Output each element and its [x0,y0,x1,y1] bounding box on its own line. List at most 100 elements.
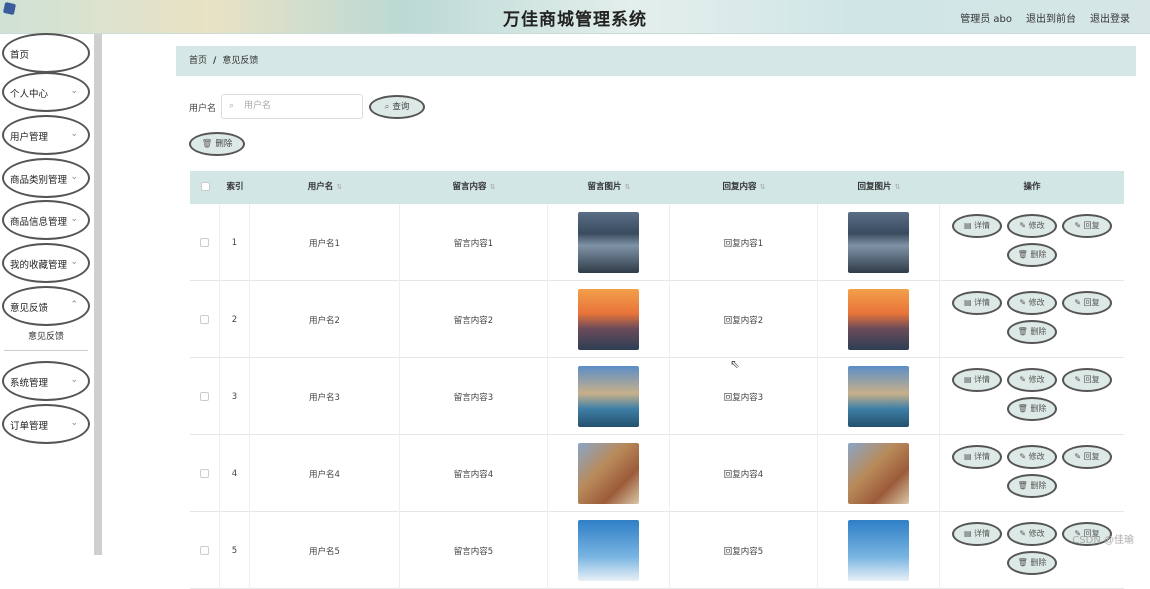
row-checkbox[interactable] [200,546,209,555]
edit-button[interactable]: ✎ 修改 [1007,214,1057,238]
pencil-icon: ✎ [1074,452,1081,461]
sidebar-item-users[interactable]: 用户管理 ⌄ [2,115,90,155]
sidebar-item-home[interactable]: 首页 [2,33,90,73]
message-cell: 留言内容5 [400,512,548,589]
delete-button[interactable]: 🗑 删除 [1007,397,1057,421]
search-input[interactable]: ⌕ 用户名 [221,94,363,119]
chevron-down-icon: ⌄ [70,214,78,224]
message-image[interactable] [578,212,639,273]
reply-button[interactable]: ✎ 回复 [1062,445,1112,469]
delete-button[interactable]: 🗑 删除 [1007,243,1057,267]
edit-button[interactable]: ✎ 修改 [1007,368,1057,392]
message-cell: 留言内容3 [400,358,548,435]
table-row[interactable]: 2 用户名2 留言内容2 回复内容2 ▤ 详情 ✎ 修改 ✎ 回复 🗑 删除 [190,281,1124,358]
sidebar-item-products[interactable]: 商品信息管理 ⌄ [2,200,90,240]
row-checkbox[interactable] [200,238,209,247]
query-button[interactable]: ⌕查询 [369,95,425,119]
reply-image[interactable] [848,520,909,581]
detail-button[interactable]: ▤ 详情 [952,445,1002,469]
sidebar-item-label: 商品信息管理 [10,214,67,228]
search-label: 用户名 [189,101,216,114]
chevron-down-icon: ⌄ [70,418,78,428]
search-icon: ⌕ [385,102,390,112]
edit-button[interactable]: ✎ 修改 [1007,445,1057,469]
username-cell: 用户名5 [250,512,400,589]
select-all-checkbox[interactable] [201,182,210,191]
detail-button[interactable]: ▤ 详情 [952,368,1002,392]
edit-button[interactable]: ✎ 修改 [1007,291,1057,315]
edit-button[interactable]: ✎ 修改 [1007,522,1057,546]
reply-cell: 回复内容5 [670,512,818,589]
row-checkbox[interactable] [200,469,209,478]
table-row[interactable]: 5 用户名5 留言内容5 回复内容5 ▤ 详情 ✎ 修改 ✎ 回复 🗑 删除 [190,512,1124,589]
column-header-username[interactable]: 用户名⇅ [250,171,400,204]
reply-image-cell [818,512,940,589]
breadcrumb-home[interactable]: 首页 [189,56,207,66]
detail-button[interactable]: ▤ 详情 [952,291,1002,315]
sort-icon[interactable]: ⇅ [490,183,496,191]
sidebar: 首页 个人中心 ⌄ 用户管理 ⌄ 商品类别管理 ⌄ 商品信息管理 ⌄ 我的收藏管… [0,34,102,555]
top-header: 万佳商城管理系统 管理员 abo 退出到前台 退出登录 [0,0,1150,34]
sidebar-item-category[interactable]: 商品类别管理 ⌄ [2,158,90,198]
reply-button[interactable]: ✎ 回复 [1062,368,1112,392]
reply-image[interactable] [848,443,909,504]
reply-cell: 回复内容2 [670,281,818,358]
delete-button[interactable]: 🗑 删除 [1007,320,1057,344]
query-button-label: 查询 [392,102,409,112]
sidebar-item-label: 首页 [10,47,29,61]
pencil-icon: ✎ [1019,529,1026,538]
sort-icon[interactable]: ⇅ [760,183,766,191]
column-header-reply-image[interactable]: 回复图片⇅ [818,171,940,204]
sidebar-item-label: 订单管理 [10,418,48,432]
actions-cell: ▤ 详情 ✎ 修改 ✎ 回复 🗑 删除 [940,358,1124,435]
table-row[interactable]: 1 用户名1 留言内容1 回复内容1 ▤ 详情 ✎ 修改 ✎ 回复 🗑 删除 [190,204,1124,281]
column-header-message-image[interactable]: 留言图片⇅ [548,171,670,204]
sidebar-item-feedback[interactable]: 意见反馈 ⌃ [2,286,90,326]
back-to-front-link[interactable]: 退出到前台 [1026,10,1076,25]
document-icon: ▤ [964,452,972,461]
reply-cell: 回复内容1 [670,204,818,281]
column-header-actions: 操作 [940,171,1124,204]
column-header-reply[interactable]: 回复内容⇅ [670,171,818,204]
reply-image[interactable] [848,289,909,350]
sidebar-item-favorites[interactable]: 我的收藏管理 ⌄ [2,243,90,283]
index-cell: 5 [220,512,250,589]
sidebar-subitem-feedback[interactable]: 意见反馈 [4,323,88,351]
sidebar-item-profile[interactable]: 个人中心 ⌄ [2,72,90,112]
reply-button[interactable]: ✎ 回复 [1062,214,1112,238]
breadcrumb-current: 意见反馈 [222,56,258,66]
message-image[interactable] [578,520,639,581]
detail-button[interactable]: ▤ 详情 [952,522,1002,546]
reply-image[interactable] [848,366,909,427]
column-header-message[interactable]: 留言内容⇅ [400,171,548,204]
row-checkbox[interactable] [200,315,209,324]
row-checkbox[interactable] [200,392,209,401]
chevron-up-icon: ⌃ [70,300,78,310]
reply-image[interactable] [848,212,909,273]
sort-icon[interactable]: ⇅ [625,183,631,191]
sidebar-scrollbar[interactable] [94,34,102,555]
sidebar-item-system[interactable]: 系统管理 ⌄ [2,361,90,401]
delete-button[interactable]: 🗑 删除 [1007,474,1057,498]
pencil-icon: ✎ [1019,298,1026,307]
sort-icon[interactable]: ⇅ [895,183,901,191]
trash-icon: 🗑 [202,139,213,149]
actions-cell: ▤ 详情 ✎ 修改 ✎ 回复 🗑 删除 [940,281,1124,358]
reply-cell: 回复内容3 [670,358,818,435]
detail-button[interactable]: ▤ 详情 [952,214,1002,238]
search-icon: ⌕ [229,95,234,118]
message-image[interactable] [578,366,639,427]
username-cell: 用户名4 [250,435,400,512]
username-cell: 用户名3 [250,358,400,435]
message-image[interactable] [578,289,639,350]
table-header: 索引 用户名⇅ 留言内容⇅ 留言图片⇅ 回复内容⇅ 回复图片⇅ 操作 [190,171,1124,204]
sidebar-item-orders[interactable]: 订单管理 ⌄ [2,404,90,444]
index-cell: 4 [220,435,250,512]
batch-delete-button[interactable]: 🗑删除 [189,132,245,156]
logout-link[interactable]: 退出登录 [1090,10,1130,25]
sort-icon[interactable]: ⇅ [336,183,342,191]
table-row[interactable]: 4 用户名4 留言内容4 回复内容4 ▤ 详情 ✎ 修改 ✎ 回复 🗑 删除 [190,435,1124,512]
reply-button[interactable]: ✎ 回复 [1062,291,1112,315]
message-image[interactable] [578,443,639,504]
table-row[interactable]: 3 用户名3 留言内容3 回复内容3 ▤ 详情 ✎ 修改 ✎ 回复 🗑 删除 [190,358,1124,435]
